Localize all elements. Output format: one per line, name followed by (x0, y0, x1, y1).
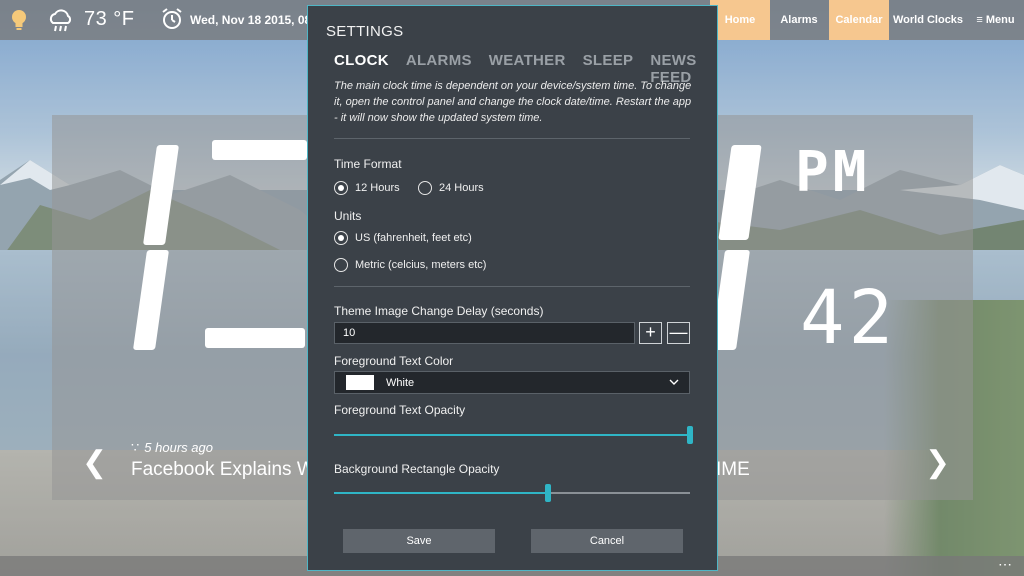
rain-cloud-icon (49, 9, 72, 32)
cancel-button[interactable]: Cancel (531, 529, 683, 553)
slider-thumb[interactable] (544, 484, 551, 502)
fg-opacity-slider[interactable] (334, 426, 693, 444)
fg-color-label: Foreground Text Color (334, 354, 454, 368)
dialog-title: SETTINGS (326, 23, 404, 40)
news-headline[interactable]: Facebook Explains W (131, 459, 315, 481)
nav-alarms[interactable]: Alarms (770, 0, 828, 40)
increment-button[interactable]: + (639, 322, 662, 344)
fg-color-value: White (386, 377, 415, 389)
menu-icon: ≡ (976, 14, 983, 26)
nav-menu-label: Menu (985, 14, 1015, 26)
more-icon[interactable]: ⋯ (998, 556, 1012, 573)
radio-selected-icon (334, 231, 348, 245)
time-format-label: Time Format (334, 157, 402, 171)
nav-world-clocks[interactable]: World Clocks (889, 0, 967, 40)
nav-calendar[interactable]: Calendar (829, 0, 889, 40)
news-prev-arrow-icon[interactable]: ❮ (82, 445, 107, 480)
alarm-clock-icon[interactable] (160, 7, 184, 31)
bg-opacity-label: Background Rectangle Opacity (334, 462, 500, 476)
fg-color-select[interactable]: White (334, 371, 690, 394)
plus-icon: + (645, 322, 656, 342)
nav-home[interactable]: Home (710, 0, 770, 40)
radio-units-metric[interactable]: Metric (celcius, meters etc) (334, 258, 486, 272)
color-swatch (346, 375, 374, 390)
divider (334, 138, 690, 139)
radio-units-us[interactable]: US (fahrenheit, feet etc) (334, 231, 472, 245)
nav-menu[interactable]: ≡ Menu (967, 0, 1024, 40)
clock-seconds: 42 (800, 275, 898, 361)
divider (334, 286, 690, 287)
theme-delay-label: Theme Image Change Delay (seconds) (334, 304, 544, 318)
bg-opacity-slider[interactable] (334, 484, 690, 502)
chevron-down-icon (669, 379, 679, 385)
lightbulb-icon[interactable] (8, 8, 30, 32)
save-button[interactable]: Save (343, 529, 495, 553)
theme-delay-input[interactable]: 10 (334, 322, 635, 344)
temperature: 73 °F (84, 8, 135, 30)
decrement-button[interactable]: — (667, 322, 690, 344)
radio-selected-icon (334, 181, 348, 195)
date-text: Wed, Nov 18 2015, 08: (190, 13, 316, 27)
news-next-arrow-icon[interactable]: ❯ (925, 445, 950, 480)
clock-info-text: The main clock time is dependent on your… (334, 80, 692, 124)
news-headline-tail[interactable]: IME (716, 459, 750, 481)
radio-12-hours[interactable]: 12 Hours (334, 181, 400, 195)
radio-24-hours[interactable]: 24 Hours (418, 181, 484, 195)
news-age: ∵ 5 hours ago (131, 440, 213, 455)
ampm-indicator: PM (795, 140, 871, 205)
units-label: Units (334, 209, 362, 223)
minus-icon: — (669, 322, 688, 342)
rss-icon: ∵ (131, 440, 140, 455)
settings-dialog: SETTINGS CLOCK ALARMS WEATHER SLEEP NEWS… (307, 5, 718, 571)
fg-opacity-label: Foreground Text Opacity (334, 403, 466, 417)
slider-thumb[interactable] (687, 426, 693, 444)
radio-unselected-icon (418, 181, 432, 195)
radio-unselected-icon (334, 258, 348, 272)
